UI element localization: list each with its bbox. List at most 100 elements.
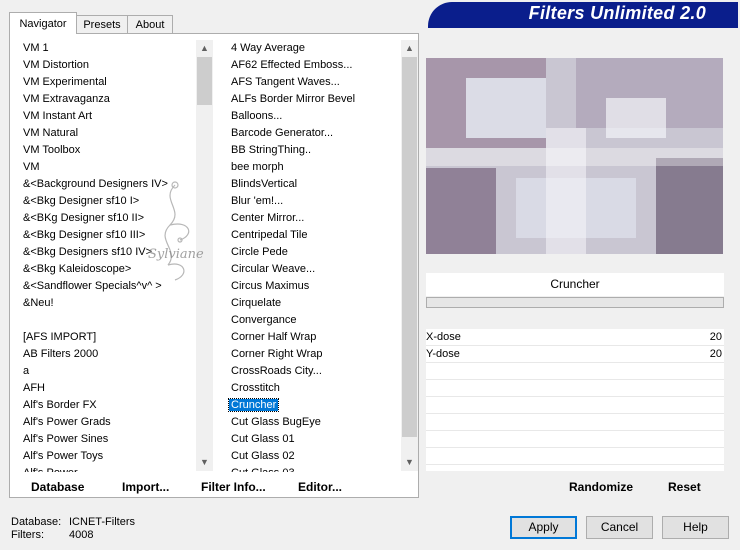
import-button[interactable]: Import... [122,480,169,494]
scroll-down-icon[interactable]: ▼ [401,454,418,471]
param-value[interactable]: 20 [710,346,722,363]
list-item-label: BlindsVertical [231,178,298,190]
list-item[interactable]: Cirquelate [227,295,400,312]
list-item[interactable]: VM Extravaganza [19,91,195,108]
list-item[interactable]: [AFS IMPORT] [19,329,195,346]
list-item[interactable]: VM 1 [19,40,195,57]
list-item-label: &<Bkg Designer sf10 I> [23,195,140,207]
list-item-label: 4 Way Average [231,42,305,54]
list-item-label: Cut Glass 03 [231,467,295,472]
app-title: Filters Unlimited 2.0 [528,3,706,23]
list-item-label: Circular Weave... [231,263,316,275]
database-button[interactable]: Database [31,480,84,494]
list-item[interactable]: Cut Glass 01 [227,431,400,448]
apply-button[interactable]: Apply [510,516,577,539]
list-item[interactable]: Corner Right Wrap [227,346,400,363]
list-item-label: bee morph [231,161,284,173]
list-item[interactable]: Centripedal Tile [227,227,400,244]
app-banner: Filters Unlimited 2.0 [428,2,738,26]
list-item[interactable]: Alf's Power... [19,465,195,472]
scroll-up-icon[interactable]: ▲ [196,40,213,57]
list-item[interactable]: Circle Pede [227,244,400,261]
param-row-empty [426,397,724,414]
list-item-label: Balloons... [231,110,283,122]
help-button[interactable]: Help [662,516,729,539]
filter-scrollbar[interactable]: ▲ ▼ [401,40,418,471]
watermark-flourish-icon: Sylviane [148,181,204,281]
list-item[interactable]: Balloons... [227,108,400,125]
list-item-label: VM Instant Art [23,110,93,122]
scroll-thumb[interactable] [402,57,417,437]
filter-info-button[interactable]: Filter Info... [201,480,266,494]
list-item[interactable]: VM [19,159,195,176]
list-item[interactable]: a [19,363,195,380]
tab-presets[interactable]: Presets [76,15,128,33]
list-item[interactable]: Cut Glass 03 [227,465,400,472]
list-item[interactable]: VM Toolbox [19,142,195,159]
parameter-slider[interactable] [426,297,724,308]
list-item[interactable]: Center Mirror... [227,210,400,227]
preview-pattern [426,58,723,254]
list-item[interactable] [19,312,195,329]
list-item[interactable]: bee morph [227,159,400,176]
list-item[interactable]: AF62 Effected Emboss... [227,57,400,74]
list-item[interactable]: 4 Way Average [227,40,400,57]
list-item-label: &<BKg Designer sf10 II> [23,212,145,224]
list-item[interactable]: Crosstitch [227,380,400,397]
list-item[interactable]: VM Instant Art [19,108,195,125]
list-item[interactable]: Barcode Generator... [227,125,400,142]
list-item[interactable]: CrossRoads City... [227,363,400,380]
list-item[interactable]: Convergance [227,312,400,329]
randomize-button[interactable]: Randomize [569,480,633,494]
param-row-x-dose[interactable]: X-dose 20 [426,329,724,346]
filters-count-value: 4008 [69,529,94,541]
list-item-label: Alf's Power Sines [23,433,109,445]
list-item[interactable]: Cut Glass BugEye [227,414,400,431]
scroll-thumb[interactable] [197,57,212,105]
list-item[interactable]: Cut Glass 02 [227,448,400,465]
list-item[interactable]: BlindsVertical [227,176,400,193]
reset-button[interactable]: Reset [668,480,701,494]
scroll-up-icon[interactable]: ▲ [401,40,418,57]
scroll-down-icon[interactable]: ▼ [196,454,213,471]
list-item[interactable]: AB Filters 2000 [19,346,195,363]
list-item-label: Circus Maximus [231,280,310,292]
list-item-label: Alf's Power... [23,467,86,472]
list-item[interactable]: Circular Weave... [227,261,400,278]
list-item[interactable]: BB StringThing.. [227,142,400,159]
tab-label: Navigator [19,18,67,30]
list-item[interactable]: ALFs Border Mirror Bevel [227,91,400,108]
list-item[interactable]: Alf's Power Grads [19,414,195,431]
list-item-label: &Neu! [23,297,54,309]
list-item-label: Convergance [231,314,297,326]
tab-about[interactable]: About [127,15,173,33]
list-item-label: AFS Tangent Waves... [231,76,340,88]
list-item-label: Cirquelate [231,297,282,309]
param-row-y-dose[interactable]: Y-dose 20 [426,346,724,363]
list-item[interactable]: VM Experimental [19,74,195,91]
list-item-label: Centripedal Tile [231,229,308,241]
list-item-label: VM Toolbox [23,144,81,156]
list-item-label: Cut Glass 02 [231,450,295,462]
cancel-button[interactable]: Cancel [586,516,653,539]
editor-button[interactable]: Editor... [298,480,342,494]
list-item[interactable]: Circus Maximus [227,278,400,295]
list-item[interactable]: Alf's Power Toys [19,448,195,465]
list-item-label: a [23,365,30,377]
list-item-label: Blur 'em!... [231,195,284,207]
tab-navigator[interactable]: Navigator [9,12,77,34]
list-item[interactable]: Alf's Power Sines [19,431,195,448]
list-item[interactable]: Alf's Border FX [19,397,195,414]
list-item[interactable]: AFS Tangent Waves... [227,74,400,91]
list-item[interactable]: Cruncher [227,397,400,414]
list-item-label: Alf's Power Grads [23,416,111,428]
list-item[interactable]: AFH [19,380,195,397]
param-value[interactable]: 20 [710,329,722,346]
list-item[interactable]: VM Distortion [19,57,195,74]
list-item[interactable]: Corner Half Wrap [227,329,400,346]
list-item[interactable]: VM Natural [19,125,195,142]
list-item-label: VM Experimental [23,76,107,88]
list-item-label: CrossRoads City... [231,365,322,377]
list-item[interactable]: Blur 'em!... [227,193,400,210]
filter-list[interactable]: 4 Way Average AF62 Effected Emboss... AFS … [227,40,400,472]
